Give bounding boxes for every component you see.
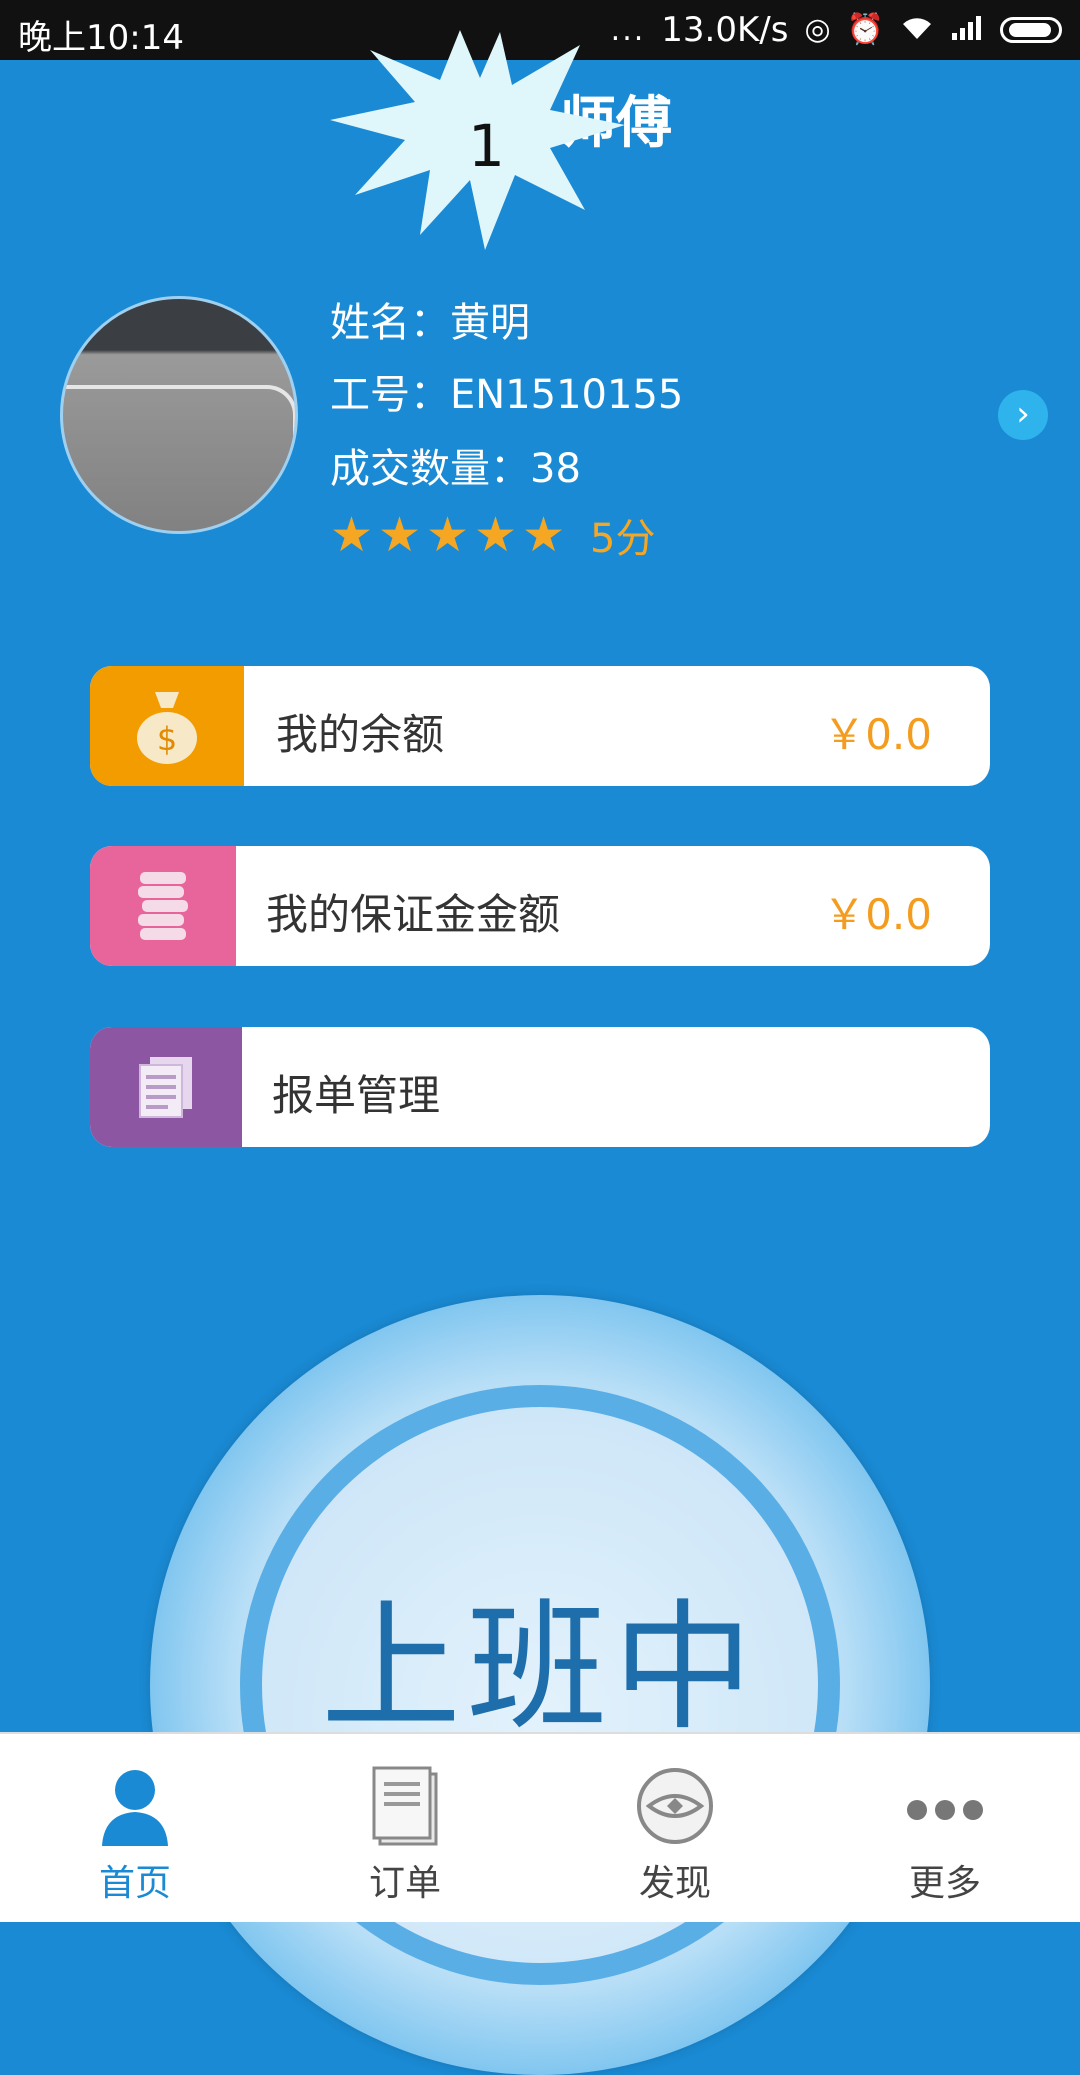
deposit-card[interactable]: 我的保证金金额 ￥0.0 bbox=[90, 846, 990, 966]
more-dots-icon bbox=[907, 1800, 983, 1820]
star-icon: ★ bbox=[378, 507, 422, 563]
balance-value: ￥0.0 bbox=[823, 710, 932, 759]
employee-id-line: 工号：EN1510155 bbox=[330, 372, 684, 418]
nav-more[interactable]: 更多 bbox=[810, 1734, 1080, 1922]
nav-discover-label: 发现 bbox=[638, 1863, 711, 1904]
status-time: 晚上10:14 bbox=[18, 18, 184, 58]
nav-home[interactable]: 首页 bbox=[0, 1734, 270, 1922]
rating-score: 5分 bbox=[590, 516, 656, 562]
eye-icon bbox=[637, 1768, 713, 1844]
wifi-icon bbox=[900, 10, 934, 50]
star-icon: ★ bbox=[474, 507, 518, 563]
svg-text:$: $ bbox=[157, 720, 177, 758]
badge-number: 1 bbox=[468, 112, 505, 180]
star-icon: ★ bbox=[522, 507, 566, 563]
bottom-nav: 首页 订单 发现 更多 bbox=[0, 1732, 1080, 1922]
report-management-label: 报单管理 bbox=[272, 1071, 441, 1120]
money-bag-icon: $ bbox=[90, 666, 244, 786]
deal-count-line: 成交数量：38 bbox=[330, 446, 581, 492]
star-icon: ★ bbox=[426, 507, 470, 563]
report-management-card[interactable]: 报单管理 bbox=[90, 1027, 990, 1147]
nav-orders[interactable]: 订单 bbox=[270, 1734, 540, 1922]
rating: ★ ★ ★ ★ ★ 5分 bbox=[330, 506, 655, 564]
battery-icon bbox=[1000, 17, 1062, 43]
profile-detail-chevron-right-icon[interactable]: › bbox=[998, 390, 1048, 440]
nav-discover[interactable]: 发现 bbox=[540, 1734, 810, 1922]
signal-icon bbox=[950, 10, 984, 50]
coin-stack-icon bbox=[90, 846, 236, 966]
deposit-value: ￥0.0 bbox=[823, 890, 932, 939]
network-speed: 13.0K/s bbox=[661, 10, 789, 50]
alarm-icon: ⏰ bbox=[846, 12, 884, 47]
name-line: 姓名：黄明 bbox=[330, 300, 530, 346]
person-icon bbox=[102, 1770, 168, 1846]
avatar[interactable] bbox=[60, 296, 298, 534]
deposit-label: 我的保证金金额 bbox=[266, 890, 561, 939]
nav-orders-label: 订单 bbox=[368, 1863, 441, 1904]
documents-icon bbox=[90, 1027, 242, 1147]
star-icon: ★ bbox=[330, 507, 374, 563]
nav-home-label: 首页 bbox=[98, 1863, 171, 1904]
status-icons: ... 13.0K/s ◎ ⏰ bbox=[611, 10, 1062, 50]
hotspot-icon: ◎ bbox=[804, 12, 831, 47]
balance-label: 我的余额 bbox=[276, 710, 445, 759]
work-status-label[interactable]: 上班中 bbox=[0, 1555, 1080, 1757]
balance-card[interactable]: $ 我的余额 ￥0.0 bbox=[90, 666, 990, 786]
nav-more-label: 更多 bbox=[908, 1863, 981, 1904]
order-list-icon bbox=[372, 1766, 438, 1846]
